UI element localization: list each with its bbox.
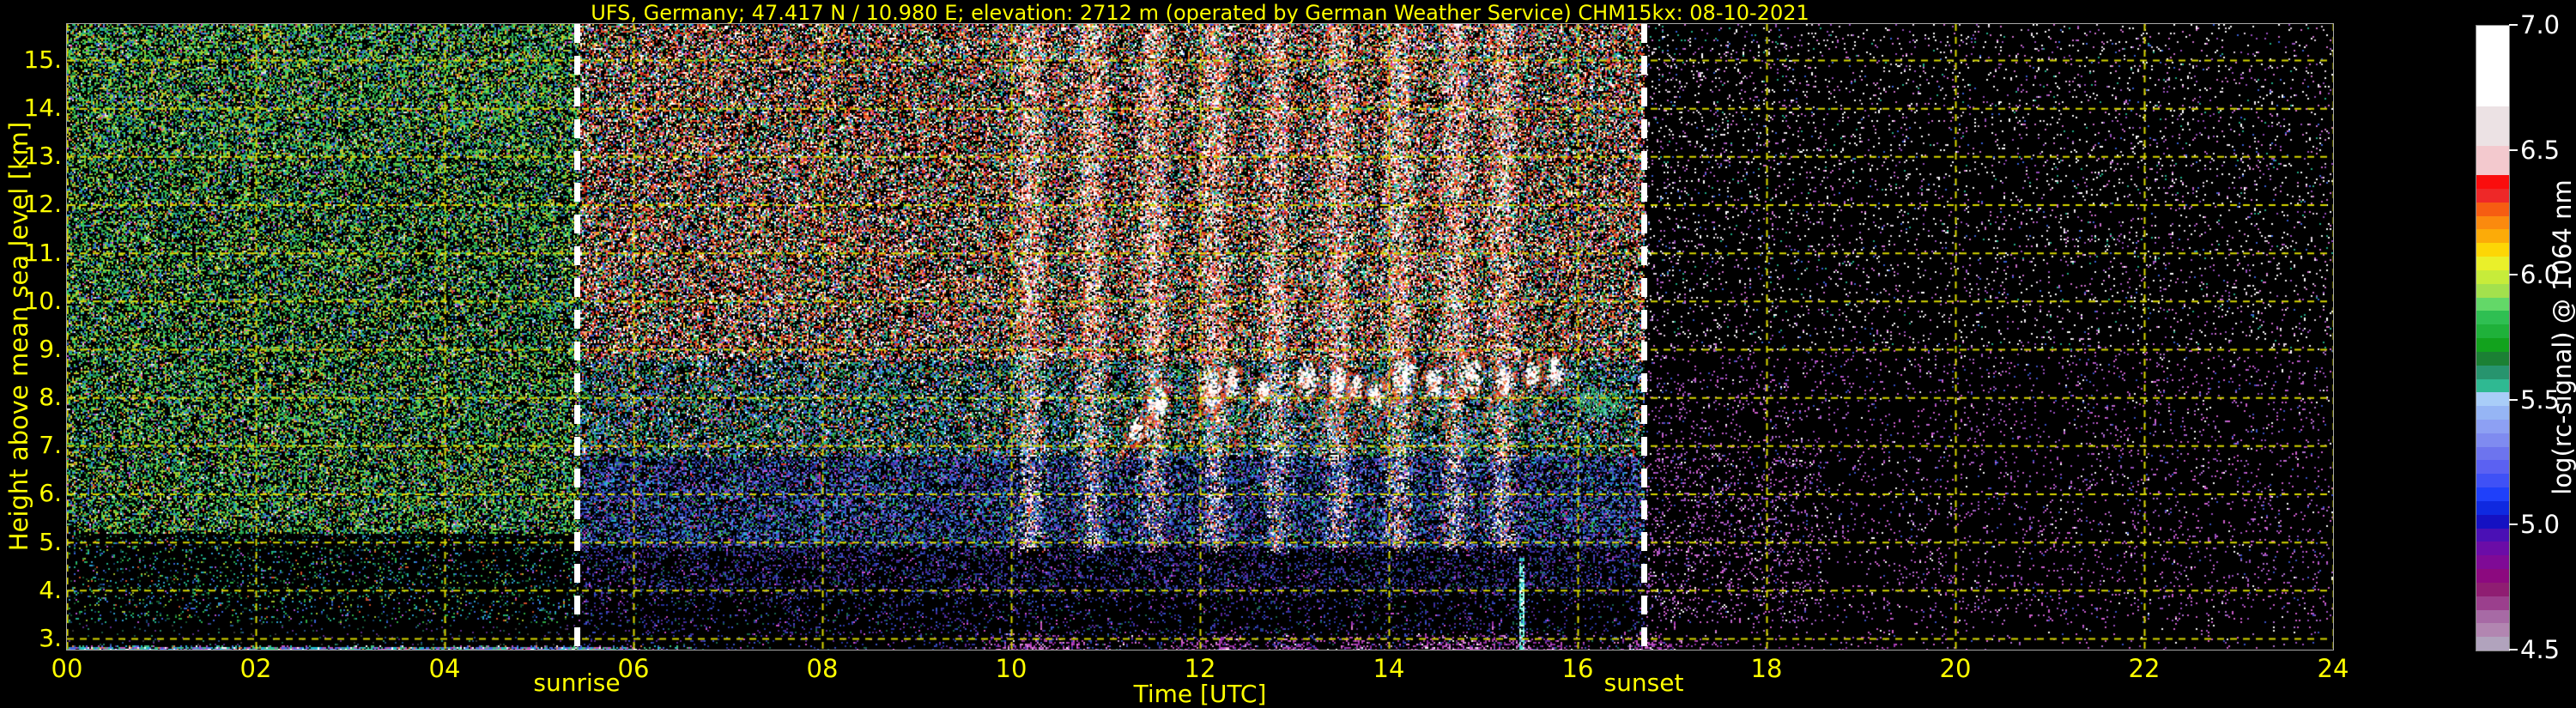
colorbar-band xyxy=(2476,269,2509,284)
colorbar-band xyxy=(2476,215,2509,230)
colorbar-band xyxy=(2476,229,2509,244)
colorbar-band xyxy=(2476,582,2509,596)
sunset-line xyxy=(1641,24,1647,650)
colorbar-band xyxy=(2476,26,2509,106)
colorbar-band xyxy=(2476,420,2509,433)
x-tick-label: 20 xyxy=(1939,654,1972,683)
colorbar-band xyxy=(2476,324,2509,339)
x-tick-label: 24 xyxy=(2317,654,2349,683)
colorbar-band xyxy=(2476,433,2509,447)
colorbar-band xyxy=(2476,474,2509,488)
colorbar-band xyxy=(2476,188,2509,203)
chart-title: UFS, Germany; 47.417 N / 10.980 E; eleva… xyxy=(591,1,1809,25)
y-tick-label: 13. xyxy=(23,142,62,171)
colorbar-band xyxy=(2476,175,2509,189)
colorbar-band xyxy=(2476,596,2509,610)
x-tick-label: 22 xyxy=(2128,654,2161,683)
x-tick-label: 00 xyxy=(51,654,83,683)
colorbar-band xyxy=(2476,106,2509,146)
colorbar-band xyxy=(2476,365,2509,379)
colorbar-tick-label: 7.0 xyxy=(2520,10,2561,39)
y-tick-label: 5. xyxy=(39,527,62,556)
x-tick-label: 12 xyxy=(1184,654,1216,683)
x-tick-label: 04 xyxy=(428,654,461,683)
colorbar-band xyxy=(2476,542,2509,556)
colorbar-band xyxy=(2476,609,2509,624)
y-tick-label: 12. xyxy=(23,190,62,219)
lidar-heatmap-canvas xyxy=(67,24,2333,650)
y-tick-label: 14. xyxy=(23,94,62,123)
colorbar-band xyxy=(2476,297,2509,312)
x-tick-label: 08 xyxy=(806,654,839,683)
sunrise-line xyxy=(574,24,580,650)
colorbar-band xyxy=(2476,637,2509,651)
colorbar-tick-label: 5.0 xyxy=(2520,510,2561,540)
y-tick-label: 4. xyxy=(39,575,62,604)
plot-area xyxy=(66,23,2334,651)
colorbar-band xyxy=(2476,623,2509,638)
colorbar-tick-mark xyxy=(2509,148,2518,151)
colorbar-band xyxy=(2476,338,2509,352)
colorbar-tick-mark xyxy=(2509,24,2518,26)
y-tick-label: 10. xyxy=(23,286,62,315)
colorbar-band xyxy=(2476,351,2509,366)
sunset-label: sunset xyxy=(1603,669,1684,697)
colorbar-band xyxy=(2476,514,2509,529)
colorbar-band xyxy=(2476,392,2509,407)
colorbar-band xyxy=(2476,257,2509,270)
colorbar-tick-label: 6.5 xyxy=(2520,135,2561,165)
y-tick-label: 7. xyxy=(39,431,62,460)
colorbar-band xyxy=(2476,460,2509,475)
y-tick-label: 8. xyxy=(39,383,62,412)
y-tick-label: 3. xyxy=(39,624,62,652)
colorbar-band xyxy=(2476,500,2509,515)
colorbar-tick-label: 4.5 xyxy=(2520,635,2561,664)
colorbar-band xyxy=(2476,406,2509,420)
colorbar-band xyxy=(2476,378,2509,393)
colorbar-band xyxy=(2476,145,2509,176)
x-tick-label: 14 xyxy=(1373,654,1405,683)
colorbar-tick-mark xyxy=(2509,274,2518,276)
colorbar-band xyxy=(2476,202,2509,216)
y-tick-label: 11. xyxy=(23,238,62,267)
colorbar-band xyxy=(2476,243,2509,257)
colorbar-band xyxy=(2476,487,2509,501)
colorbar-band xyxy=(2476,569,2509,583)
colorbar-band xyxy=(2476,446,2509,461)
colorbar-tick-mark xyxy=(2509,398,2518,401)
colorbar-tick-mark xyxy=(2509,649,2518,651)
colorbar xyxy=(2476,25,2510,651)
colorbar-band xyxy=(2476,311,2509,325)
y-tick-label: 6. xyxy=(39,479,62,508)
y-tick-label: 9. xyxy=(39,334,62,363)
x-tick-label: 10 xyxy=(995,654,1027,683)
sunrise-label: sunrise xyxy=(533,669,621,697)
colorbar-band xyxy=(2476,528,2509,542)
x-tick-label: 18 xyxy=(1750,654,1783,683)
x-tick-label: 02 xyxy=(239,654,272,683)
x-axis-label: Time [UTC] xyxy=(1133,680,1267,708)
colorbar-band xyxy=(2476,555,2509,570)
y-tick-label: 15. xyxy=(23,45,62,74)
colorbar-band xyxy=(2476,283,2509,298)
colorbar-tick-mark xyxy=(2509,523,2518,526)
